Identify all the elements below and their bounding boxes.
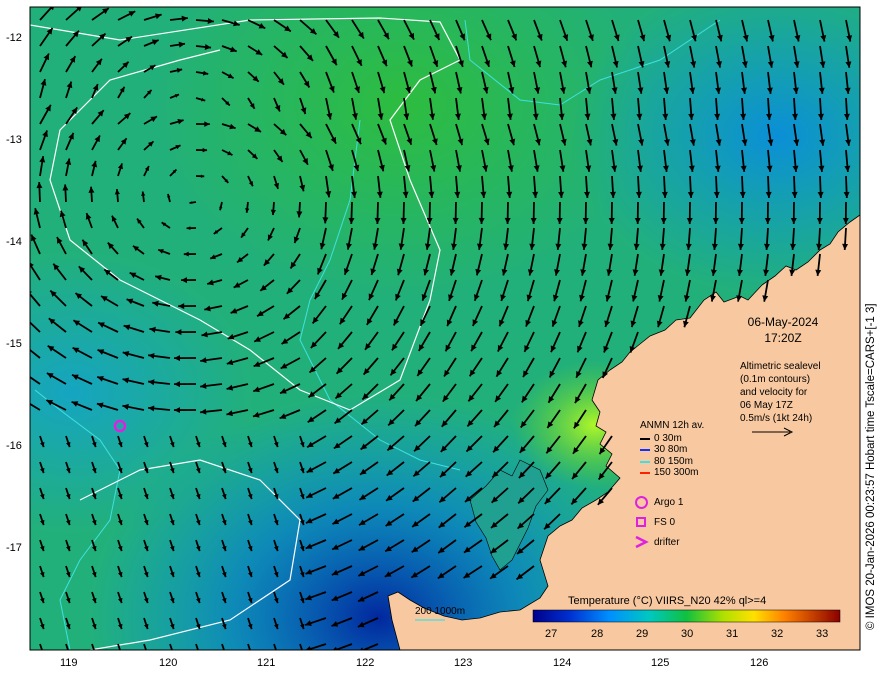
lon-axis: 119 120 121 122 123 124 125 126	[60, 657, 768, 669]
lat-tick-label: -16	[6, 440, 22, 452]
arrow-icon	[640, 437, 650, 440]
anmn-depth-label: 0 30m	[654, 432, 682, 444]
lat-tick-label: -12	[6, 32, 22, 44]
velocity-arrow-head	[70, 649, 71, 650]
colorbar-tick-label: 33	[816, 628, 828, 640]
marker-legend-row: Argo 1	[634, 492, 683, 512]
date-time-block: 06-May-2024 17:20Z	[728, 314, 838, 346]
velocity-arrow-head	[304, 649, 305, 650]
contour-key-label: 200 1000m	[415, 606, 466, 617]
anmn-legend-row: 80 150m	[640, 456, 704, 468]
colorbar	[532, 609, 841, 623]
velocity-arrow-head	[122, 649, 123, 650]
marker-legend: Argo 1 FS 0 drifter	[634, 492, 683, 552]
anmn-title: ANMN 12h av.	[640, 420, 705, 431]
lon-tick-label: 121	[257, 657, 275, 669]
lat-tick-label: -13	[6, 134, 22, 146]
anmn-legend-row: 0 30m	[640, 433, 704, 445]
alt-line: and velocity for	[740, 387, 808, 398]
chevron-right-icon	[634, 535, 650, 549]
altimetry-note: Altimetric sealevel (0.1m contours) and …	[740, 360, 850, 425]
lon-tick-label: 119	[60, 657, 78, 669]
velocity-arrow-head	[22, 372, 29, 378]
fs-label: FS 0	[654, 516, 676, 528]
colorbar-tick-label: 29	[636, 628, 648, 640]
velocity-arrow-head	[23, 344, 30, 350]
anmn-legend-row: 150 300m	[640, 467, 704, 480]
anmn-legend-row: 30 80m	[640, 444, 704, 457]
alt-line: 0.5m/s (1kt 24h)	[740, 413, 813, 424]
colorbar-tick-label: 28	[591, 628, 603, 640]
date-label: 06-May-2024	[747, 315, 819, 329]
square-icon	[634, 515, 650, 529]
lon-tick-label: 123	[454, 657, 472, 669]
lat-axis: -12 -13 -14 -15 -16 -17	[6, 32, 22, 554]
marker-legend-row: FS 0	[634, 512, 683, 532]
velocity-arrow-head	[252, 649, 253, 650]
lon-tick-label: 126	[750, 657, 768, 669]
velocity-arrow-head	[44, 649, 45, 650]
lon-tick-label: 122	[356, 657, 374, 669]
arrow-icon	[640, 460, 650, 463]
argo-label: Argo 1	[654, 496, 684, 508]
drifter-label: drifter	[654, 536, 680, 548]
lon-tick-label: 120	[159, 657, 177, 669]
velocity-arrow-head	[21, 399, 28, 405]
colorbar-tick-label: 27	[545, 628, 557, 640]
lat-tick-label: -14	[6, 236, 22, 248]
credit-text: © IMOS 20-Jan-2026 00:23:57 Hobart time …	[865, 303, 877, 630]
arrow-icon	[640, 449, 650, 452]
alt-line: (0.1m contours)	[740, 374, 811, 385]
anmn-depth-label: 30 80m	[654, 444, 688, 456]
lon-tick-label: 124	[553, 657, 571, 669]
colorbar-tick-label: 31	[726, 628, 738, 640]
lat-tick-label: -15	[6, 338, 22, 350]
alt-line: Altimetric sealevel	[740, 361, 821, 372]
velocity-arrow-head	[174, 649, 175, 650]
lat-tick-label: -17	[6, 542, 22, 554]
anmn-depth-label: 80 150m	[654, 455, 693, 467]
velocity-arrow-head	[278, 649, 279, 650]
anmn-legend: ANMN 12h av. 0 30m 30 80m 80 150m 150 30…	[640, 420, 704, 479]
time-label: 17:20Z	[764, 331, 802, 345]
velocity-arrow-head	[200, 649, 201, 650]
alt-line: 06 May 17Z	[740, 400, 793, 411]
circle-icon	[634, 495, 650, 509]
colorbar-title: Temperature (°C) VIIRS_N20 42% ql>=4	[568, 595, 767, 607]
lon-tick-label: 125	[651, 657, 669, 669]
velocity-arrow-head	[96, 649, 97, 650]
velocity-arrow-head	[148, 649, 149, 650]
velocity-arrow-head	[226, 649, 227, 650]
colorbar-tick-label: 30	[681, 628, 693, 640]
anmn-depth-label: 150 300m	[654, 467, 699, 479]
colorbar-tick-label: 32	[771, 628, 783, 640]
arrow-icon	[640, 472, 650, 475]
marker-legend-row: drifter	[634, 532, 683, 552]
